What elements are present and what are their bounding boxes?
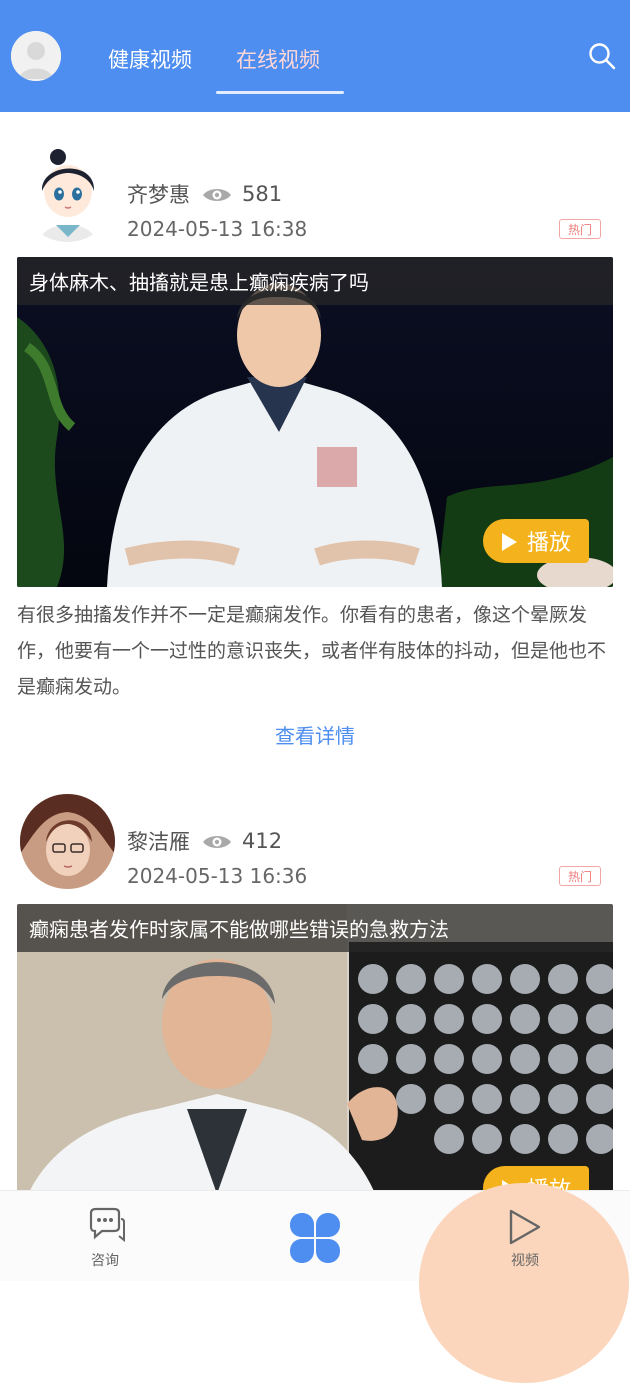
- nav-label: 咨询: [91, 1253, 119, 1269]
- view-details-link[interactable]: 查看详情: [0, 720, 630, 749]
- nav-item-consult[interactable]: 咨询: [45, 1191, 165, 1281]
- view-count: 581: [242, 182, 283, 206]
- bottom-navigation: 咨询 视频: [0, 1183, 630, 1383]
- search-icon[interactable]: [586, 40, 618, 72]
- video-title: 身体麻木、抽搐就是患上癫痫疾病了吗: [29, 270, 369, 295]
- play-outline-icon: [509, 1209, 541, 1245]
- video-summary: 有很多抽搐发作并不一定是癫痫发作。你看有的患者，像这个晕厥发作，他要有一个一过性…: [17, 604, 607, 698]
- post-date: 2024-05-13 16:38: [127, 217, 308, 241]
- video-title-bar: 身体麻木、抽搐就是患上癫痫疾病了吗: [17, 257, 613, 305]
- nav-item-video[interactable]: 视频: [465, 1191, 585, 1281]
- nav-item-home[interactable]: [255, 1191, 375, 1281]
- video-feed[interactable]: 齐梦惠 581 2024-05-13 16:38 热门 身体麻木、抽搐就是患上癫…: [0, 112, 630, 1190]
- tab-health-video[interactable]: 健康视频: [108, 44, 192, 74]
- video-title-bar: 癫痫患者发作时家属不能做哪些错误的急救方法: [17, 904, 613, 952]
- play-label: 播放: [527, 531, 572, 556]
- active-tab-indicator: [216, 91, 344, 94]
- video-thumbnail[interactable]: 癫痫患者发作时家属不能做哪些错误的急救方法 播放: [17, 904, 613, 1190]
- chat-icon: [89, 1207, 125, 1243]
- hot-badge: 热门: [559, 866, 601, 886]
- video-thumbnail[interactable]: 身体麻木、抽搐就是患上癫痫疾病了吗 播放: [17, 257, 613, 587]
- video-title: 癫痫患者发作时家属不能做哪些错误的急救方法: [29, 917, 449, 942]
- view-count: 412: [242, 829, 283, 853]
- eye-icon: [202, 833, 232, 851]
- author-avatar[interactable]: [20, 794, 115, 889]
- author-name: 齐梦惠: [127, 183, 190, 207]
- post-date: 2024-05-13 16:36: [127, 864, 308, 888]
- author-avatar[interactable]: [20, 147, 115, 242]
- user-avatar[interactable]: [11, 31, 61, 81]
- top-bar: 健康视频 在线视频: [0, 0, 630, 112]
- tab-online-video[interactable]: 在线视频: [236, 44, 320, 74]
- author-name: 黎洁雁: [127, 830, 190, 854]
- eye-icon: [202, 186, 232, 204]
- clover-icon: [290, 1213, 340, 1263]
- nav-label: 视频: [511, 1253, 539, 1269]
- hot-badge: 热门: [559, 219, 601, 239]
- play-icon: [502, 533, 517, 551]
- play-button[interactable]: 播放: [483, 519, 589, 563]
